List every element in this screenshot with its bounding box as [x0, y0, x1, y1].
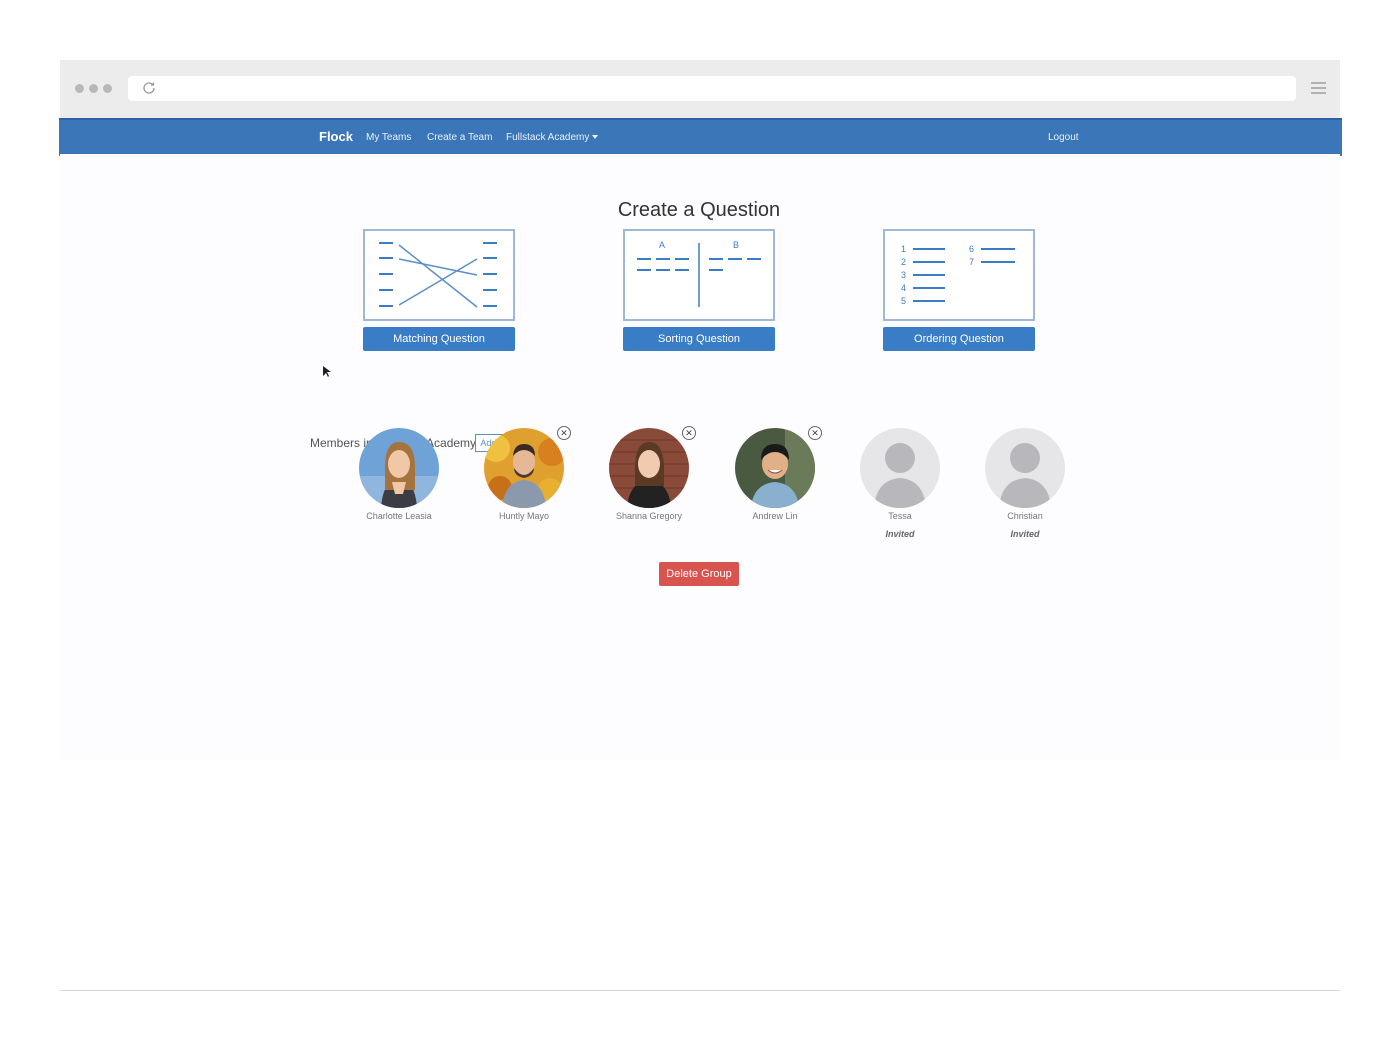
mouse-cursor-icon — [323, 366, 331, 377]
remove-member-icon[interactable]: ✕ — [682, 426, 696, 440]
order-number-2: 2 — [901, 257, 906, 267]
sorting-question-card: A B Sorting Question — [623, 229, 775, 351]
avatar[interactable] — [609, 428, 689, 508]
member-name: Andrew Lin — [752, 511, 798, 521]
avatar[interactable] — [359, 428, 439, 508]
window-controls[interactable] — [75, 84, 112, 93]
brand-link[interactable]: Flock — [319, 129, 353, 144]
member-card: ✕ Huntly Mayo — [479, 426, 571, 521]
browser-chrome — [60, 60, 1340, 118]
member-card: Tessa Invited — [855, 428, 945, 539]
member-name: Shanna Gregory — [615, 511, 683, 521]
ordering-diagram-icon[interactable]: 1 2 3 4 5 6 7 — [883, 229, 1035, 321]
logout-link[interactable]: Logout — [1048, 132, 1079, 143]
member-name: Charlotte Leasia — [366, 511, 432, 521]
main-content: Create a Question Matching Question A B … — [60, 154, 1340, 760]
close-dot-icon[interactable] — [75, 84, 84, 93]
nav-team-dropdown[interactable]: Fullstack Academy — [506, 132, 599, 143]
minimize-dot-icon[interactable] — [89, 84, 98, 93]
order-number-3: 3 — [901, 270, 906, 280]
ordering-question-card: 1 2 3 4 5 6 7 Ordering Question — [883, 229, 1035, 351]
avatar[interactable] — [735, 428, 815, 508]
browser-window: Flock My Teams Create a Team Fullstack A… — [59, 60, 1342, 991]
hamburger-menu-icon[interactable] — [1311, 82, 1326, 96]
remove-member-icon[interactable]: ✕ — [808, 426, 822, 440]
default-avatar-icon[interactable] — [985, 428, 1065, 508]
default-avatar-icon[interactable] — [860, 428, 940, 508]
avatar[interactable] — [484, 428, 564, 508]
order-number-5: 5 — [901, 296, 906, 306]
ordering-question-button[interactable]: Ordering Question — [883, 327, 1035, 351]
delete-group-button[interactable]: Delete Group — [659, 562, 739, 586]
sorting-diagram-icon[interactable]: A B — [623, 229, 775, 321]
remove-member-icon[interactable]: ✕ — [557, 426, 571, 440]
order-number-1: 1 — [901, 244, 906, 254]
nav-create-team[interactable]: Create a Team — [427, 132, 492, 143]
member-status: Invited — [1010, 529, 1040, 539]
member-name: Tessa — [888, 511, 912, 521]
matching-question-button[interactable]: Matching Question — [363, 327, 515, 351]
nav-team-dropdown-label: Fullstack Academy — [506, 132, 590, 143]
order-number-4: 4 — [901, 283, 906, 293]
address-bar[interactable] — [128, 76, 1296, 101]
member-card: ✕ Shanna Gregory — [604, 426, 696, 521]
sorting-question-button[interactable]: Sorting Question — [623, 327, 775, 351]
maximize-dot-icon[interactable] — [103, 84, 112, 93]
member-card: Christian Invited — [980, 428, 1070, 539]
order-number-6: 6 — [969, 244, 974, 254]
member-name: Christian — [1007, 511, 1043, 521]
top-navbar: Flock My Teams Create a Team Fullstack A… — [59, 118, 1342, 156]
page-title: Create a Question — [617, 199, 781, 222]
member-name: Huntly Mayo — [498, 511, 550, 521]
sort-col-b-label: B — [733, 240, 739, 250]
member-card: Charlotte Leasia — [354, 428, 444, 521]
reload-icon[interactable] — [142, 81, 156, 95]
caret-down-icon — [592, 135, 599, 140]
matching-question-card: Matching Question — [363, 229, 515, 351]
matching-diagram-icon[interactable] — [363, 229, 515, 321]
order-number-7: 7 — [969, 257, 974, 267]
member-status: Invited — [885, 529, 915, 539]
member-card: ✕ Andrew Lin — [730, 426, 822, 521]
nav-my-teams[interactable]: My Teams — [366, 132, 411, 143]
sort-col-a-label: A — [659, 240, 665, 250]
